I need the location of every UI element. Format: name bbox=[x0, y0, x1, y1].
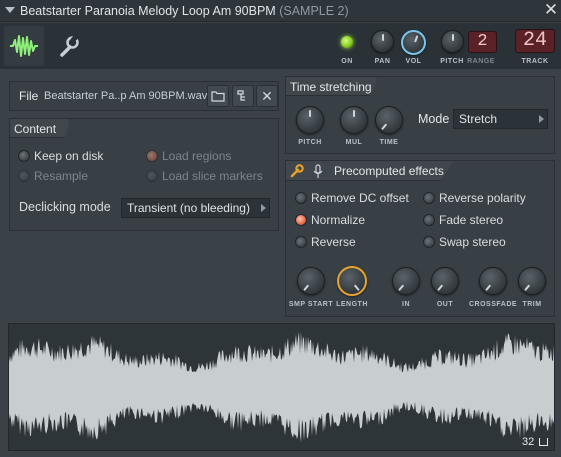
reverse-polarity-radio[interactable] bbox=[423, 192, 435, 204]
title-bar: Beatstarter Paranoia Melody Loop Am 90BP… bbox=[0, 0, 561, 22]
clear-file-button[interactable]: ✕ bbox=[256, 85, 278, 107]
stretch-time-knob[interactable] bbox=[375, 106, 403, 134]
pitch-range-display[interactable]: 2 bbox=[468, 31, 497, 53]
file-name: Beatstarter Pa..p Am 90BPM.wav bbox=[44, 90, 208, 102]
zoom-value: 32 bbox=[522, 436, 535, 448]
content-title: Content bbox=[14, 122, 57, 136]
channel-on-led[interactable] bbox=[341, 36, 353, 48]
track-label: TRACK bbox=[521, 58, 549, 65]
resample-label: Resample bbox=[34, 169, 89, 183]
load-regions-radio[interactable] bbox=[146, 150, 158, 162]
remove-dc-offset-radio[interactable] bbox=[295, 192, 307, 204]
stretch-mul-label: MUL bbox=[345, 139, 363, 146]
fade-stereo-label: Fade stereo bbox=[439, 213, 504, 227]
stretch-mode-value: Stretch bbox=[459, 112, 498, 126]
load-slice-markers-label: Load slice markers bbox=[162, 169, 263, 183]
window-title: Beatstarter Paranoia Melody Loop Am 90BP… bbox=[20, 4, 349, 18]
wrench-icon[interactable] bbox=[289, 163, 305, 179]
time-stretching-panel: Time stretching PITCH MUL TIME Mode Stre… bbox=[285, 76, 555, 154]
swap-stereo-radio[interactable] bbox=[423, 236, 435, 248]
window-menu-icon[interactable] bbox=[5, 7, 15, 13]
reverse-label: Reverse bbox=[311, 235, 356, 249]
fade-out-knob[interactable] bbox=[431, 267, 459, 295]
declicking-mode-value: Transient (no bleeding) bbox=[127, 201, 250, 215]
pitch-label: PITCH bbox=[440, 58, 464, 65]
zoom-badge[interactable]: 32 bbox=[522, 436, 549, 448]
length-knob[interactable] bbox=[337, 266, 367, 296]
waveform-display[interactable] bbox=[8, 323, 555, 451]
pitch-knob[interactable] bbox=[441, 30, 464, 53]
sample-tag: (SAMPLE 2) bbox=[279, 4, 349, 18]
mode-label: Mode bbox=[418, 112, 450, 126]
length-label: LENGTH bbox=[336, 301, 368, 308]
range-label: RANGE bbox=[467, 58, 495, 65]
precomputed-effects-panel: Precomputed effects Remove DC offset Nor… bbox=[285, 160, 555, 317]
declicking-mode-label: Declicking mode bbox=[19, 200, 111, 214]
load-slice-markers-radio[interactable] bbox=[146, 170, 158, 182]
locate-file-button[interactable] bbox=[232, 85, 254, 107]
settings-tab-wrench-icon[interactable] bbox=[48, 26, 88, 66]
load-regions-label: Load regions bbox=[162, 149, 232, 163]
volume-knob[interactable] bbox=[401, 30, 426, 55]
time-stretching-title: Time stretching bbox=[290, 80, 372, 94]
stretch-mul-knob[interactable] bbox=[340, 106, 368, 134]
sample-tab-waveform-icon[interactable] bbox=[4, 26, 44, 66]
zoom-fit-icon bbox=[539, 438, 549, 446]
volume-label: VOL bbox=[405, 58, 422, 65]
keep-on-disk-label: Keep on disk bbox=[34, 149, 104, 163]
stretch-pitch-knob[interactable] bbox=[296, 106, 324, 134]
smp-start-label: SMP START bbox=[288, 301, 334, 308]
normalize-label: Normalize bbox=[311, 213, 366, 227]
waveform-path bbox=[9, 331, 554, 443]
fade-in-knob[interactable] bbox=[392, 267, 420, 295]
precomputed-effects-title: Precomputed effects bbox=[334, 164, 444, 178]
fade-out-label: OUT bbox=[436, 301, 454, 308]
dropdown-arrow-icon bbox=[261, 204, 266, 212]
keep-on-disk-radio[interactable] bbox=[18, 150, 30, 162]
browse-folder-button[interactable] bbox=[207, 85, 229, 107]
reverse-radio[interactable] bbox=[295, 236, 307, 248]
declicking-mode-dropdown[interactable]: Transient (no bleeding) bbox=[121, 198, 270, 218]
microphone-icon[interactable] bbox=[312, 164, 324, 179]
pan-label: PAN bbox=[374, 58, 391, 65]
close-window-icon[interactable]: ✕ bbox=[543, 1, 559, 19]
fade-stereo-radio[interactable] bbox=[423, 214, 435, 226]
stretch-mode-dropdown[interactable]: Stretch bbox=[453, 109, 548, 129]
trim-knob[interactable] bbox=[518, 267, 546, 295]
pan-knob[interactable] bbox=[371, 30, 394, 53]
reverse-polarity-label: Reverse polarity bbox=[439, 191, 526, 205]
dropdown-arrow-icon bbox=[539, 115, 544, 123]
fade-in-label: IN bbox=[402, 301, 410, 308]
swap-stereo-label: Swap stereo bbox=[439, 235, 506, 249]
remove-dc-offset-label: Remove DC offset bbox=[311, 191, 409, 205]
window-title-text: Beatstarter Paranoia Melody Loop Am 90BP… bbox=[20, 4, 276, 18]
toolbar: ON PAN VOL PITCH 2 RANGE 24 TRACK bbox=[0, 23, 561, 69]
stretch-pitch-label: PITCH bbox=[298, 139, 322, 146]
resample-radio[interactable] bbox=[18, 170, 30, 182]
content-panel: Content Keep on disk Resample Load regio… bbox=[9, 118, 279, 231]
trim-label: TRIM bbox=[522, 301, 542, 308]
smp-start-knob[interactable] bbox=[297, 267, 325, 295]
crossfade-label: CROSSFADE bbox=[469, 301, 518, 308]
normalize-radio[interactable] bbox=[295, 214, 307, 226]
stretch-time-label: TIME bbox=[379, 139, 399, 146]
close-icon: ✕ bbox=[261, 87, 273, 104]
file-label: File bbox=[19, 89, 39, 103]
on-label: ON bbox=[341, 58, 353, 65]
crossfade-knob[interactable] bbox=[479, 267, 507, 295]
mixer-track-display[interactable]: 24 bbox=[515, 29, 555, 53]
file-panel: File Beatstarter Pa..p Am 90BPM.wav ✕ bbox=[9, 81, 279, 111]
waveform-graphic bbox=[9, 331, 554, 443]
edit-tree-icon bbox=[237, 90, 245, 101]
folder-icon bbox=[211, 91, 225, 102]
